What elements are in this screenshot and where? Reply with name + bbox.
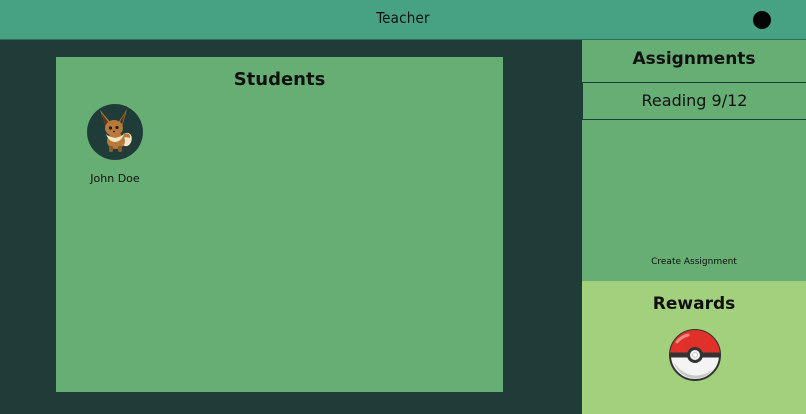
reward-item[interactable] (668, 328, 722, 382)
eevee-icon (100, 109, 132, 152)
create-assignment-button[interactable]: Create Assignment (582, 257, 806, 267)
profile-avatar[interactable] (753, 11, 771, 29)
assignments-panel: Assignments Reading 9/12 Create Assignme… (582, 40, 806, 281)
students-panel: Students John Doe (56, 57, 503, 392)
student-name: John Doe (90, 172, 140, 185)
student-avatar[interactable] (87, 104, 143, 160)
rewards-panel: Rewards (582, 281, 806, 414)
assignment-item[interactable]: Reading 9/12 (582, 82, 806, 120)
page-title: Teacher (376, 9, 430, 27)
rewards-heading: Rewards (652, 294, 736, 314)
top-bar: Teacher (0, 0, 806, 40)
assignments-heading: Assignments (632, 49, 756, 69)
pokeball-icon (669, 329, 721, 381)
students-heading: Students (233, 69, 326, 90)
student-card[interactable]: John Doe (79, 104, 151, 194)
